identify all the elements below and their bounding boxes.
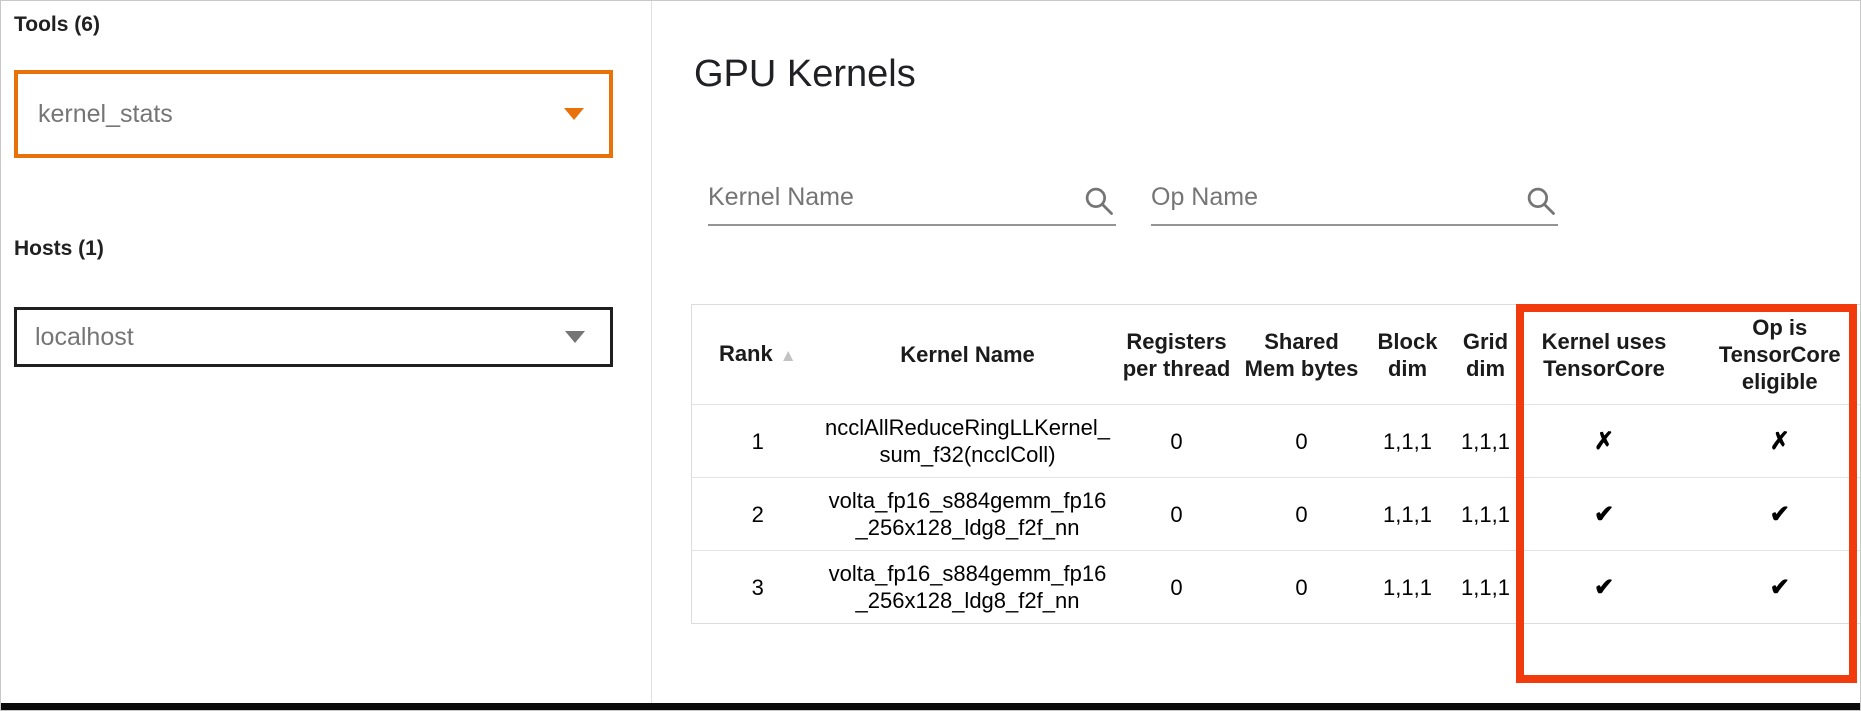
column-header-kernel-uses-tensorcore[interactable]: Kernel uses TensorCore (1518, 305, 1691, 405)
cell-registers-per-thread: 0 (1112, 405, 1242, 478)
search-icon (1526, 186, 1556, 216)
search-icon (1084, 186, 1114, 216)
table-row: 2volta_fp16_s884gemm_fp16_256x128_ldg8_f… (692, 478, 1861, 551)
hosts-dropdown[interactable]: localhost (14, 307, 613, 367)
hosts-dropdown-value: localhost (35, 323, 134, 352)
hosts-label: Hosts (1) (14, 237, 651, 261)
tools-dropdown[interactable]: kernel_stats (14, 70, 613, 158)
cell-shared-mem-bytes: 0 (1242, 551, 1362, 624)
cell-kernel-name: volta_fp16_s884gemm_fp16_256x128_ldg8_f2… (824, 478, 1112, 551)
cell-kernel-uses-tensorcore: ✔ (1518, 551, 1691, 624)
table-row: 3volta_fp16_s884gemm_fp16_256x128_ldg8_f… (692, 551, 1861, 624)
page-title: GPU Kernels (694, 49, 1860, 99)
column-header-registers-per-thread[interactable]: Registers per thread (1112, 305, 1242, 405)
op-name-search-field (1151, 164, 1558, 226)
cell-kernel-uses-tensorcore: ✔ (1518, 478, 1691, 551)
cell-grid-dim: 1,1,1 (1454, 405, 1518, 478)
cell-shared-mem-bytes: 0 (1242, 405, 1362, 478)
table-header-row: Rank ▲ Kernel Name Registers per thread S… (692, 305, 1861, 405)
cell-shared-mem-bytes: 0 (1242, 478, 1362, 551)
cell-op-is-tensorcore-eligible: ✔ (1691, 551, 1861, 624)
column-header-kernel-name[interactable]: Kernel Name (824, 305, 1112, 405)
chevron-down-icon (565, 331, 585, 343)
cell-registers-per-thread: 0 (1112, 551, 1242, 624)
tools-dropdown-value: kernel_stats (38, 100, 173, 129)
cell-block-dim: 1,1,1 (1362, 405, 1454, 478)
sort-asc-icon: ▲ (780, 346, 797, 365)
kernel-name-search-field (708, 164, 1116, 226)
bottom-edge-bar (1, 703, 1861, 711)
sidebar: Tools (6) kernel_stats Hosts (1) localho… (1, 1, 651, 703)
cell-rank: 3 (692, 551, 824, 624)
cell-block-dim: 1,1,1 (1362, 551, 1454, 624)
kernel-name-search-input[interactable] (708, 183, 1078, 224)
chevron-down-icon (564, 108, 584, 120)
column-header-grid-dim[interactable]: Grid dim (1454, 305, 1518, 405)
table-row: 1ncclAllReduceRingLLKernel_sum_f32(ncclC… (692, 405, 1861, 478)
cell-op-is-tensorcore-eligible: ✗ (1691, 405, 1861, 478)
column-header-shared-mem-bytes[interactable]: Shared Mem bytes (1242, 305, 1362, 405)
cell-grid-dim: 1,1,1 (1454, 551, 1518, 624)
cell-kernel-name: ncclAllReduceRingLLKernel_sum_f32(ncclCo… (824, 405, 1112, 478)
column-header-block-dim[interactable]: Block dim (1362, 305, 1454, 405)
cell-kernel-name: volta_fp16_s884gemm_fp16_256x128_ldg8_f2… (824, 551, 1112, 624)
tools-label: Tools (6) (14, 13, 651, 37)
gpu-kernels-table: Rank ▲ Kernel Name Registers per thread S… (691, 304, 1861, 624)
cell-rank: 2 (692, 478, 824, 551)
cell-op-is-tensorcore-eligible: ✔ (1691, 478, 1861, 551)
op-name-search-input[interactable] (1151, 183, 1520, 224)
kernel-table-wrap: Rank ▲ Kernel Name Registers per thread S… (691, 304, 1860, 624)
profiler-kernel-stats-screen: Tools (6) kernel_stats Hosts (1) localho… (0, 0, 1861, 711)
cell-block-dim: 1,1,1 (1362, 478, 1454, 551)
cell-kernel-uses-tensorcore: ✗ (1518, 405, 1691, 478)
cell-rank: 1 (692, 405, 824, 478)
cell-registers-per-thread: 0 (1112, 478, 1242, 551)
column-header-rank[interactable]: Rank ▲ (692, 305, 824, 405)
column-header-op-is-tensorcore-eligible[interactable]: Op is TensorCore eligible (1691, 305, 1861, 405)
column-header-label: Rank (719, 341, 773, 366)
cell-grid-dim: 1,1,1 (1454, 478, 1518, 551)
filter-row (708, 164, 1860, 226)
main-panel: GPU Kernels (651, 1, 1860, 710)
